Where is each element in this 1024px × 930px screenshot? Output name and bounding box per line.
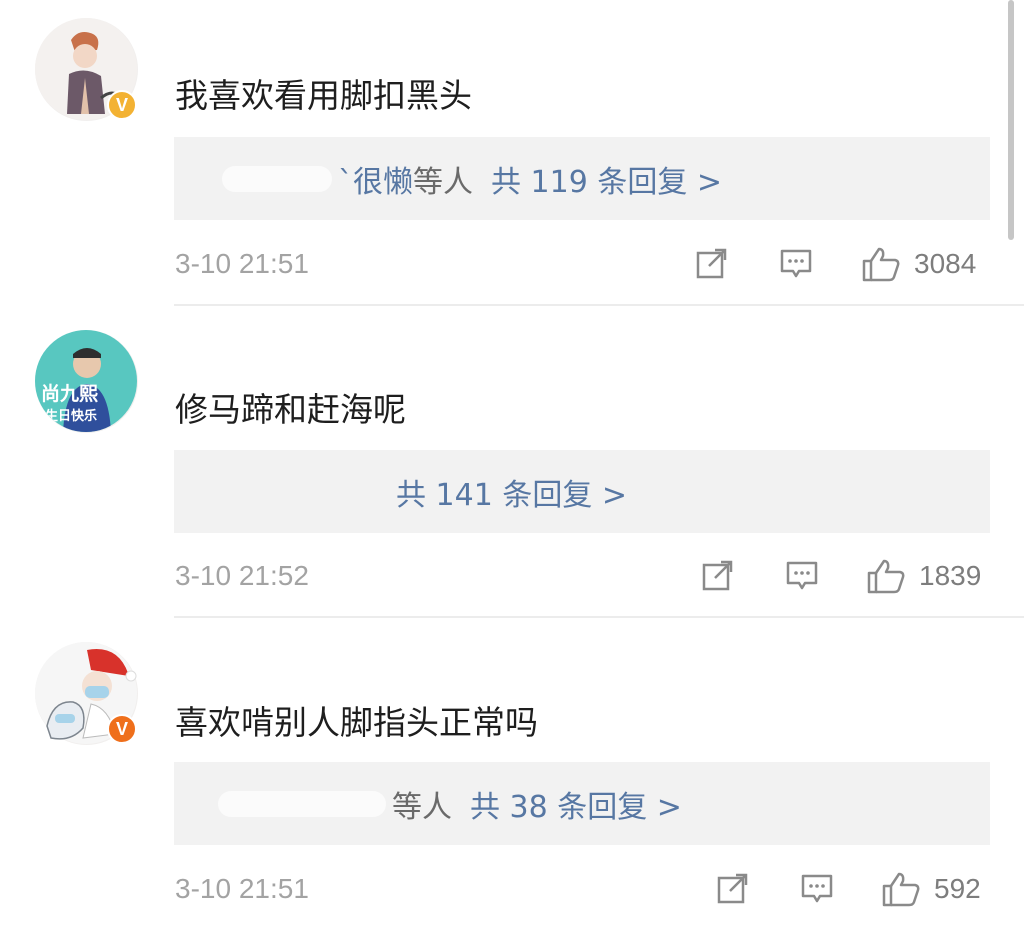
- share-icon[interactable]: [701, 558, 735, 592]
- comment-icon[interactable]: [785, 558, 819, 592]
- comment-meta: 3-10 21:51 592: [0, 869, 1024, 909]
- comment-text: 喜欢啃别人脚指头正常吗: [175, 703, 538, 742]
- share-icon[interactable]: [716, 871, 750, 905]
- like-count: 1839: [919, 560, 982, 591]
- avatar-caption: 生日快乐: [45, 408, 97, 424]
- divider: [174, 616, 1024, 618]
- avatar-name: 尚九熙: [41, 382, 98, 405]
- like-icon[interactable]: [881, 871, 921, 907]
- reply-summary[interactable]: 共 141 条回复 >: [174, 450, 990, 533]
- divider: [174, 304, 1024, 306]
- comment-icon[interactable]: [800, 871, 834, 905]
- timestamp: 3-10 21:52: [175, 560, 309, 591]
- blurred-username: [218, 790, 386, 817]
- replier-name[interactable]: `很懒: [338, 157, 413, 201]
- reply-count-link[interactable]: 共 38 条回复 >: [470, 782, 682, 826]
- comment-text: 我喜欢看用脚扣黑头: [175, 76, 472, 115]
- like-icon[interactable]: [861, 246, 901, 282]
- reply-count-link[interactable]: 共 119 条回复 >: [491, 157, 722, 201]
- avatar[interactable]: V: [35, 642, 138, 745]
- comment-icon[interactable]: [779, 246, 813, 280]
- avatar[interactable]: 尚九熙 生日快乐: [35, 330, 138, 433]
- verified-badge: V: [107, 714, 137, 744]
- comment-text: 修马蹄和赶海呢: [175, 390, 406, 429]
- timestamp: 3-10 21:51: [175, 248, 309, 279]
- verified-badge: V: [107, 90, 137, 120]
- comment-meta: 3-10 21:52 1839: [0, 556, 1024, 596]
- share-icon[interactable]: [695, 246, 729, 280]
- timestamp: 3-10 21:51: [175, 873, 309, 904]
- reply-summary[interactable]: `很懒 等人 共 119 条回复 >: [174, 137, 990, 220]
- and-others-label: 等人: [413, 164, 473, 200]
- scrollbar[interactable]: [1008, 0, 1014, 240]
- like-count: 3084: [914, 248, 977, 279]
- avatar-illustration: 尚九熙 生日快乐: [35, 330, 137, 432]
- like-count: 592: [934, 873, 981, 904]
- avatar[interactable]: V: [35, 18, 138, 121]
- blurred-username: [222, 165, 332, 192]
- comment-meta: 3-10 21:51 3084: [0, 244, 1024, 284]
- and-others-label: 等人: [392, 789, 452, 825]
- reply-count-link[interactable]: 共 141 条回复 >: [396, 470, 627, 514]
- reply-summary[interactable]: 等人 共 38 条回复 >: [174, 762, 990, 845]
- like-icon[interactable]: [866, 558, 906, 594]
